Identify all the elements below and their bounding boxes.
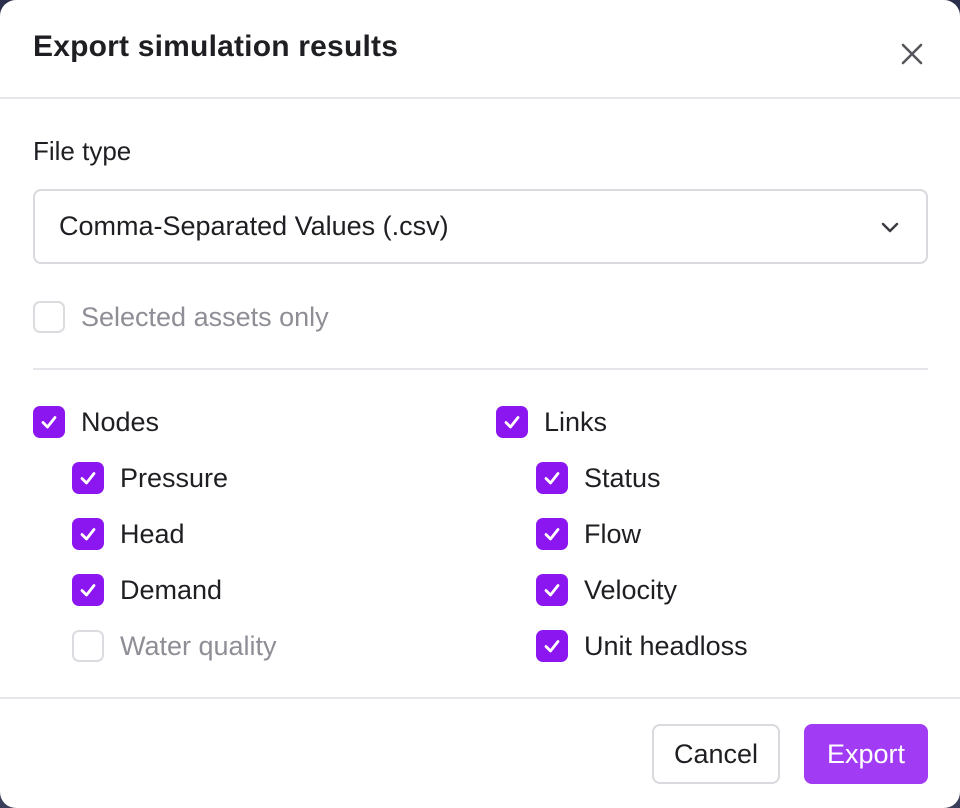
links-option[interactable]: Links bbox=[496, 406, 607, 438]
status-option[interactable]: Status bbox=[536, 462, 661, 494]
export-button[interactable]: Export bbox=[804, 724, 928, 784]
status-checkbox[interactable] bbox=[536, 462, 568, 494]
check-icon bbox=[544, 472, 560, 485]
selected-assets-only-option[interactable]: Selected assets only bbox=[33, 301, 329, 333]
nodes-checkbox[interactable] bbox=[33, 406, 65, 438]
cancel-button[interactable]: Cancel bbox=[652, 724, 780, 784]
check-icon bbox=[80, 528, 96, 541]
selected-assets-only-checkbox[interactable] bbox=[33, 301, 65, 333]
velocity-checkbox[interactable] bbox=[536, 574, 568, 606]
file-type-value: Comma-Separated Values (.csv) bbox=[59, 211, 449, 241]
velocity-option[interactable]: Velocity bbox=[536, 574, 677, 606]
close-button[interactable] bbox=[894, 36, 930, 72]
water-quality-option[interactable]: Water quality bbox=[72, 630, 277, 662]
flow-checkbox[interactable] bbox=[536, 518, 568, 550]
links-label: Links bbox=[544, 406, 608, 437]
status-label: Status bbox=[584, 462, 661, 493]
demand-checkbox[interactable] bbox=[72, 574, 104, 606]
chevron-down-icon bbox=[881, 222, 899, 233]
head-label: Head bbox=[120, 518, 185, 549]
velocity-label: Velocity bbox=[584, 574, 678, 605]
water-quality-label: Water quality bbox=[120, 630, 277, 661]
head-checkbox[interactable] bbox=[72, 518, 104, 550]
flow-option[interactable]: Flow bbox=[536, 518, 641, 550]
check-icon bbox=[41, 416, 57, 429]
file-type-label: File type bbox=[33, 136, 132, 166]
check-icon bbox=[544, 640, 560, 653]
demand-label: Demand bbox=[120, 574, 223, 605]
pressure-option[interactable]: Pressure bbox=[72, 462, 228, 494]
unit-headloss-option[interactable]: Unit headloss bbox=[536, 630, 748, 662]
dialog-header: Export simulation results bbox=[0, 0, 960, 99]
close-icon bbox=[901, 43, 923, 65]
export-dialog: Export simulation results File type Comm… bbox=[0, 0, 960, 808]
file-type-select[interactable]: Comma-Separated Values (.csv) bbox=[33, 189, 928, 264]
unit-headloss-label: Unit headloss bbox=[584, 630, 748, 661]
dialog-title: Export simulation results bbox=[33, 30, 399, 63]
water-quality-checkbox[interactable] bbox=[72, 630, 104, 662]
nodes-option[interactable]: Nodes bbox=[33, 406, 159, 438]
pressure-checkbox[interactable] bbox=[72, 462, 104, 494]
check-icon bbox=[544, 528, 560, 541]
selected-assets-only-label: Selected assets only bbox=[81, 301, 329, 332]
flow-label: Flow bbox=[584, 518, 642, 549]
check-icon bbox=[80, 584, 96, 597]
nodes-label: Nodes bbox=[81, 406, 160, 437]
head-option[interactable]: Head bbox=[72, 518, 185, 550]
check-icon bbox=[80, 472, 96, 485]
check-icon bbox=[544, 584, 560, 597]
demand-option[interactable]: Demand bbox=[72, 574, 222, 606]
check-icon bbox=[504, 416, 520, 429]
section-divider bbox=[33, 368, 928, 370]
unit-headloss-checkbox[interactable] bbox=[536, 630, 568, 662]
footer-divider bbox=[0, 697, 960, 699]
links-checkbox[interactable] bbox=[496, 406, 528, 438]
pressure-label: Pressure bbox=[120, 462, 229, 493]
